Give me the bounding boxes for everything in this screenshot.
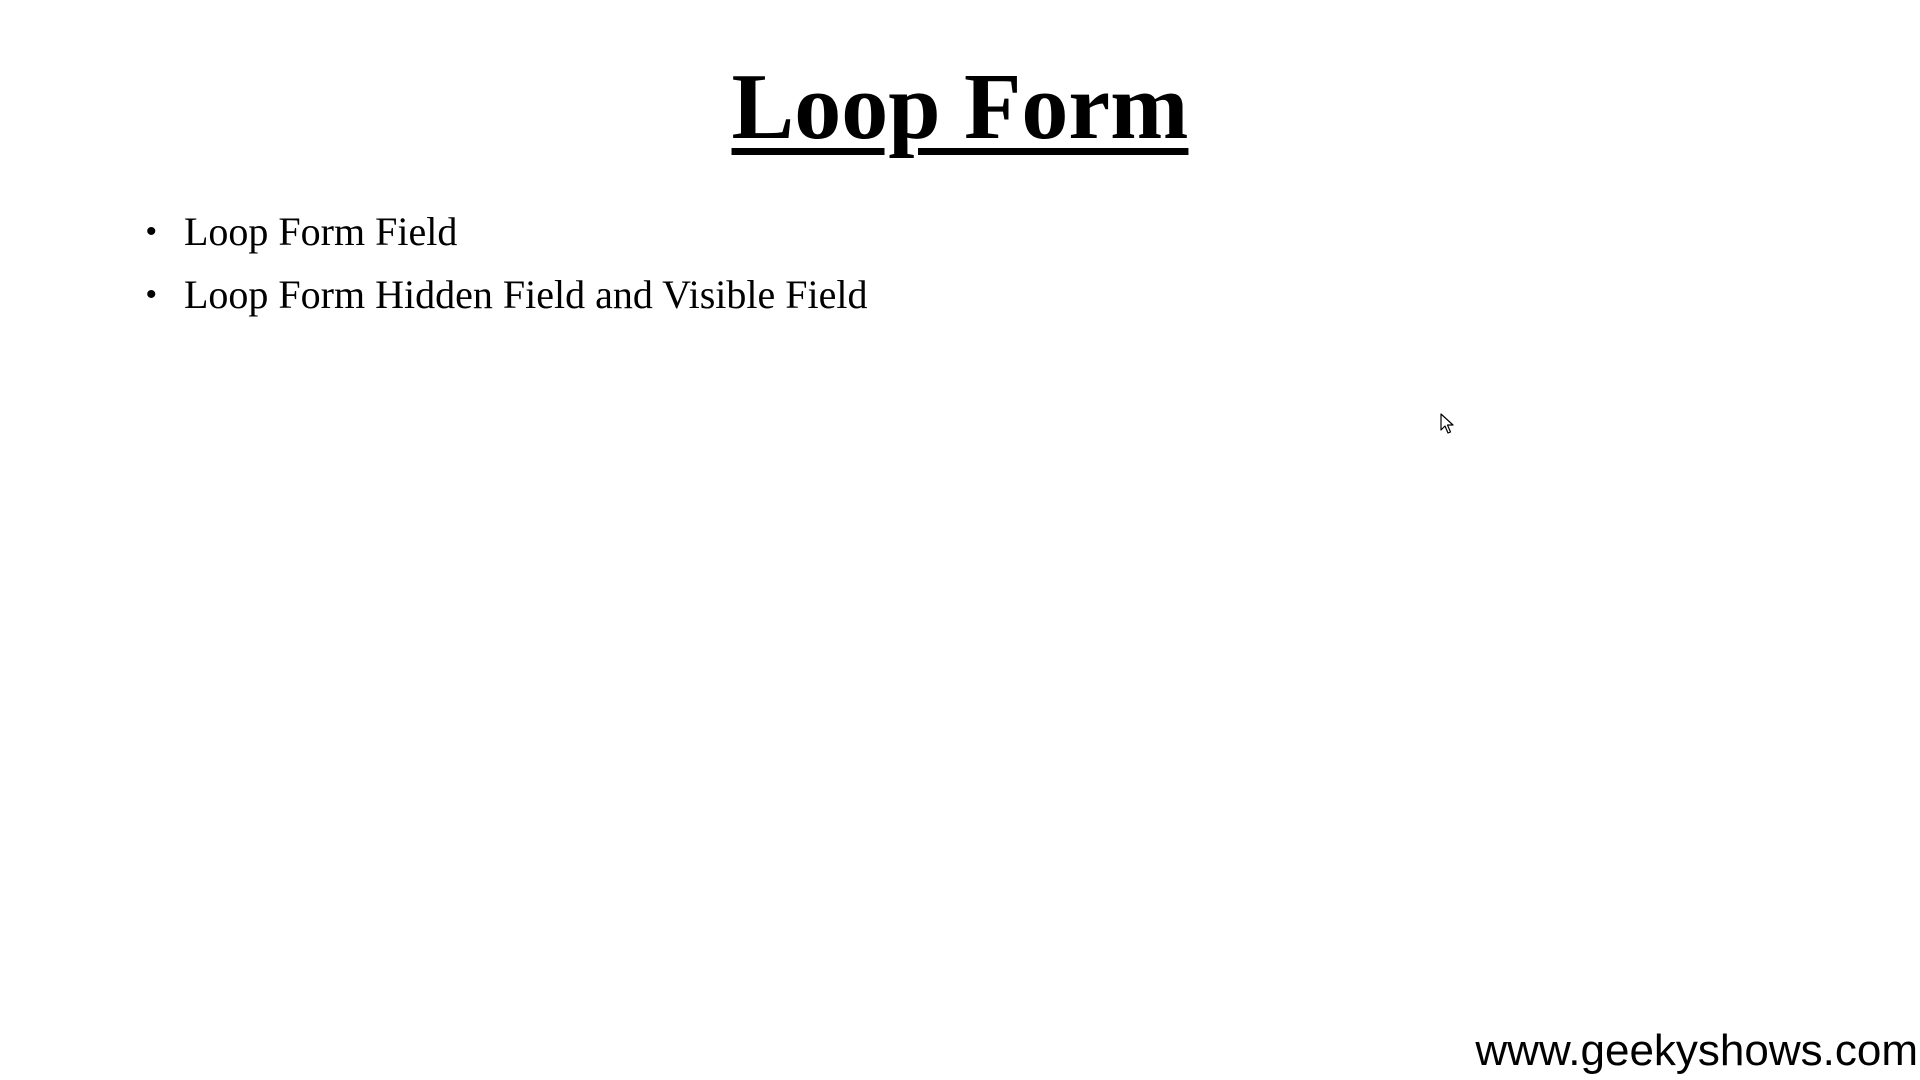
bullet-item: • Loop Form Hidden Field and Visible Fie…: [142, 263, 868, 326]
bullet-list: • Loop Form Field • Loop Form Hidden Fie…: [142, 200, 868, 326]
bullet-dot-icon: •: [146, 278, 157, 311]
slide: Loop Form • Loop Form Field • Loop Form …: [0, 0, 1920, 1080]
bullet-item: • Loop Form Field: [142, 200, 868, 263]
mouse-pointer-icon: [1440, 413, 1454, 434]
bullet-text: Loop Form Field: [184, 209, 458, 254]
bullet-text: Loop Form Hidden Field and Visible Field: [184, 272, 868, 317]
slide-title: Loop Form: [731, 55, 1189, 159]
watermark-url: www.geekyshows.com: [1475, 1026, 1918, 1075]
bullet-dot-icon: •: [146, 215, 157, 248]
